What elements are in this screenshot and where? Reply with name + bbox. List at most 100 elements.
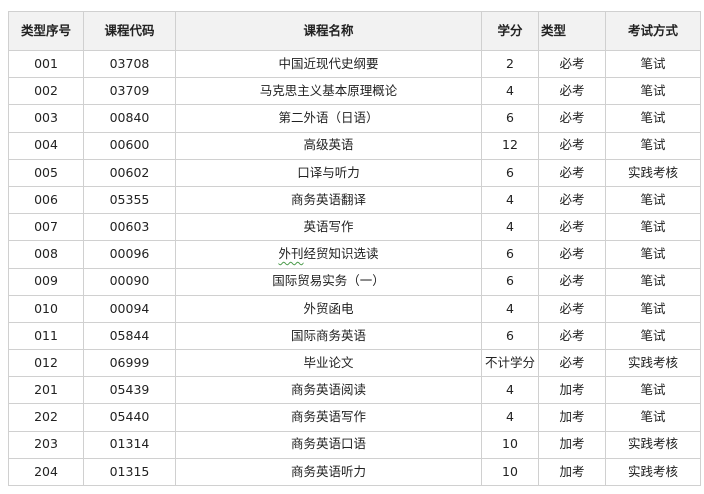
table-row: 005 00602 口译与听力 6 必考 实践考核 <box>8 158 701 187</box>
cell-exam-method: 笔试 <box>605 77 701 106</box>
cell-type: 必考 <box>538 158 606 187</box>
cell-type-no: 005 <box>8 158 84 187</box>
cell-course-name: 外贸函电 <box>175 294 482 323</box>
cell-course-code: 00602 <box>83 158 176 187</box>
cell-course-code: 05440 <box>83 403 176 432</box>
table-row: 002 03709 马克思主义基本原理概论 4 必考 笔试 <box>8 77 701 106</box>
header-course-name: 课程名称 <box>175 11 482 51</box>
cell-course-code: 00840 <box>83 104 176 133</box>
cell-type: 必考 <box>538 213 606 242</box>
cell-type: 必考 <box>538 77 606 106</box>
cell-course-code: 03709 <box>83 77 176 106</box>
header-exam-method: 考试方式 <box>605 11 701 51</box>
cell-type: 必考 <box>538 185 606 215</box>
cell-type-no: 008 <box>8 240 84 269</box>
cell-credits: 4 <box>481 403 539 432</box>
table-row: 203 01314 商务英语口语 10 加考 实践考核 <box>8 430 701 459</box>
cell-course-code: 00096 <box>83 240 176 269</box>
header-type: 类型 <box>538 11 606 51</box>
cell-credits: 6 <box>481 321 539 351</box>
cell-course-name: 商务英语口语 <box>175 430 482 459</box>
cell-course-name: 国际贸易实务（一） <box>175 267 482 296</box>
cell-type-no: 007 <box>8 213 84 242</box>
cell-type-no: 201 <box>8 376 84 405</box>
cell-exam-method: 笔试 <box>605 131 701 160</box>
cell-exam-method: 实践考核 <box>605 158 701 187</box>
cell-course-name: 商务英语阅读 <box>175 376 482 405</box>
cell-type-no: 011 <box>8 321 84 351</box>
cell-credits: 6 <box>481 240 539 269</box>
cell-course-code: 00603 <box>83 213 176 242</box>
cell-course-name: 马克思主义基本原理概论 <box>175 77 482 106</box>
table-row: 006 05355 商务英语翻译 4 必考 笔试 <box>8 185 701 215</box>
cell-exam-method: 笔试 <box>605 240 701 269</box>
cell-course-code: 01314 <box>83 430 176 459</box>
cell-exam-method: 笔试 <box>605 321 701 351</box>
table-row: 202 05440 商务英语写作 4 加考 笔试 <box>8 403 701 432</box>
cell-course-name: 国际商务英语 <box>175 321 482 351</box>
cell-course-code: 00094 <box>83 294 176 323</box>
cell-type: 加考 <box>538 457 606 487</box>
cell-course-code: 01315 <box>83 457 176 487</box>
cell-exam-method: 笔试 <box>605 104 701 133</box>
cell-exam-method: 实践考核 <box>605 430 701 459</box>
cell-course-code: 05355 <box>83 185 176 215</box>
table-row: 001 03708 中国近现代史纲要 2 必考 笔试 <box>8 49 701 79</box>
cell-credits: 6 <box>481 158 539 187</box>
cell-course-code: 05439 <box>83 376 176 405</box>
cell-course-code: 00090 <box>83 267 176 296</box>
cell-type: 必考 <box>538 131 606 160</box>
cell-course-name: 商务英语听力 <box>175 457 482 487</box>
cell-exam-method: 实践考核 <box>605 349 701 378</box>
cell-course-name: 商务英语写作 <box>175 403 482 432</box>
cell-credits: 2 <box>481 49 539 79</box>
cell-course-name: 英语写作 <box>175 213 482 242</box>
cell-course-name: 外刊经贸知识选读 <box>175 240 482 269</box>
table-row: 201 05439 商务英语阅读 4 加考 笔试 <box>8 376 701 405</box>
cell-type: 加考 <box>538 430 606 459</box>
header-course-code: 课程代码 <box>83 11 176 51</box>
cell-type-no: 204 <box>8 457 84 487</box>
cell-type-no: 012 <box>8 349 84 378</box>
cell-credits: 4 <box>481 213 539 242</box>
header-credits: 学分 <box>481 11 539 51</box>
cell-exam-method: 实践考核 <box>605 457 701 487</box>
cell-credits: 6 <box>481 104 539 133</box>
cell-type: 必考 <box>538 294 606 323</box>
cell-type-no: 202 <box>8 403 84 432</box>
cell-credits: 12 <box>481 131 539 160</box>
header-type-no: 类型序号 <box>8 11 84 51</box>
cell-exam-method: 笔试 <box>605 403 701 432</box>
cell-type: 加考 <box>538 376 606 405</box>
cell-exam-method: 笔试 <box>605 267 701 296</box>
header-row: 类型序号 课程代码 课程名称 学分 类型 考试方式 <box>8 11 701 51</box>
cell-type: 必考 <box>538 321 606 351</box>
cell-type: 必考 <box>538 49 606 79</box>
course-table-container: 类型序号 课程代码 课程名称 学分 类型 考试方式 001 03708 中国近现代史… <box>8 11 701 487</box>
cell-course-name: 高级英语 <box>175 131 482 160</box>
cell-course-code: 03708 <box>83 49 176 79</box>
cell-course-code: 00600 <box>83 131 176 160</box>
table-row: 009 00090 国际贸易实务（一） 6 必考 笔试 <box>8 267 701 296</box>
cell-type-no: 203 <box>8 430 84 459</box>
cell-exam-method: 笔试 <box>605 185 701 215</box>
cell-credits: 不计学分 <box>481 349 539 378</box>
table-row: 008 00096 外刊经贸知识选读 6 必考 笔试 <box>8 240 701 269</box>
cell-credits: 6 <box>481 267 539 296</box>
cell-type-no: 001 <box>8 49 84 79</box>
cell-course-code: 06999 <box>83 349 176 378</box>
cell-course-name: 第二外语（日语） <box>175 104 482 133</box>
cell-course-name: 毕业论文 <box>175 349 482 378</box>
cell-type-no: 002 <box>8 77 84 106</box>
table-row: 011 05844 国际商务英语 6 必考 笔试 <box>8 321 701 351</box>
cell-type-no: 009 <box>8 267 84 296</box>
table-header: 类型序号 课程代码 课程名称 学分 类型 考试方式 <box>8 11 701 51</box>
cell-type: 必考 <box>538 267 606 296</box>
table-row: 007 00603 英语写作 4 必考 笔试 <box>8 213 701 242</box>
cell-type: 必考 <box>538 240 606 269</box>
cell-exam-method: 笔试 <box>605 294 701 323</box>
cell-course-name: 中国近现代史纲要 <box>175 49 482 79</box>
cell-type: 加考 <box>538 403 606 432</box>
table-row: 003 00840 第二外语（日语） 6 必考 笔试 <box>8 104 701 133</box>
cell-credits: 4 <box>481 294 539 323</box>
